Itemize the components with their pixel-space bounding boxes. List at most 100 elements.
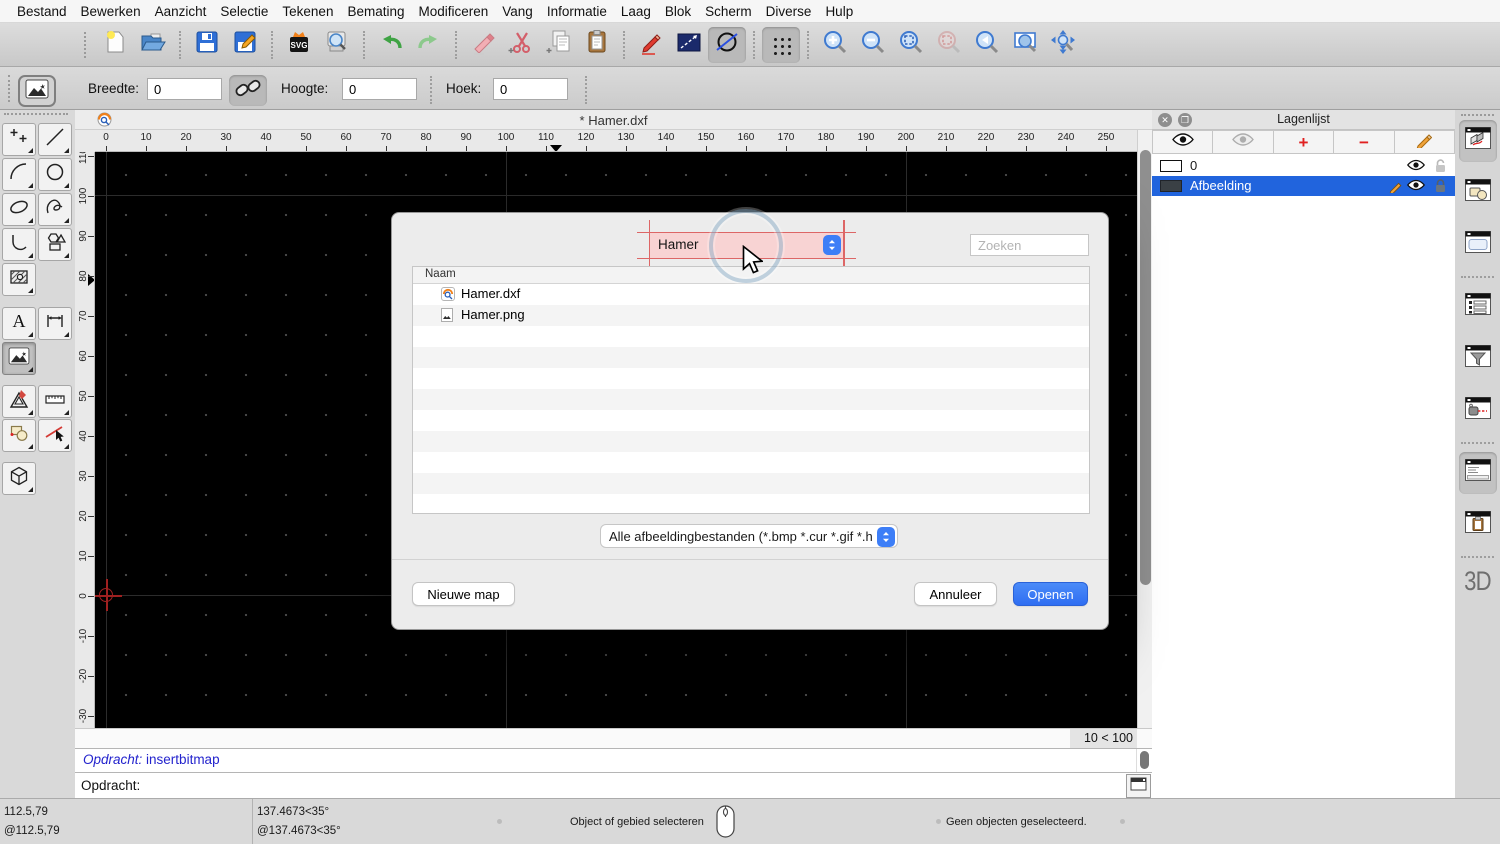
layer-color-swatch[interactable] <box>1160 160 1182 172</box>
menu-item[interactable]: Scherm <box>698 4 759 19</box>
menu-item[interactable]: Vang <box>495 4 540 19</box>
save-button[interactable] <box>188 27 226 63</box>
edit-pencil-button[interactable] <box>632 27 670 63</box>
file-row-dxf[interactable]: Hamer.dxf <box>413 284 1089 305</box>
selection-display-button[interactable] <box>670 27 708 63</box>
toolbar-drag-handle[interactable] <box>8 75 10 102</box>
file-row-png[interactable]: Hamer.png <box>413 305 1089 326</box>
clipboard-panel-button[interactable] <box>1459 504 1497 546</box>
show-all-layers-button[interactable] <box>1152 130 1213 154</box>
undo-button[interactable] <box>372 27 410 63</box>
scrollbar-thumb[interactable] <box>1140 150 1151 585</box>
zoom-auto-button[interactable] <box>892 27 930 63</box>
paste-button[interactable] <box>578 27 616 63</box>
arc-tool-button[interactable] <box>2 158 36 191</box>
image-tool-button[interactable] <box>18 75 56 107</box>
point-tool-button[interactable] <box>2 123 36 156</box>
cancel-button[interactable]: Annuleer <box>914 582 997 606</box>
print-preview-button[interactable] <box>318 27 356 63</box>
menu-item[interactable]: Informatie <box>540 4 614 19</box>
dimension-tool-button[interactable] <box>38 307 72 340</box>
layer-locked-icon[interactable] <box>1434 179 1447 196</box>
zoom-out-button[interactable] <box>854 27 892 63</box>
cut-button[interactable] <box>502 27 540 63</box>
toolbar-drag-handle[interactable] <box>84 32 88 58</box>
open-button[interactable]: Openen <box>1013 582 1088 606</box>
menu-item[interactable]: Blok <box>658 4 698 19</box>
layer-row-afbeelding[interactable]: Afbeelding <box>1152 176 1455 196</box>
select-tool-button[interactable] <box>38 419 72 452</box>
grid-toggle-button[interactable] <box>762 27 800 63</box>
delete-button[interactable] <box>464 27 502 63</box>
polyline-tool-button[interactable] <box>2 228 36 261</box>
hide-all-layers-button[interactable] <box>1213 130 1273 154</box>
menu-item[interactable]: Bestand <box>10 4 74 19</box>
draft-mode-button[interactable] <box>708 27 746 63</box>
remove-layer-button[interactable]: − <box>1334 130 1394 154</box>
edit-layer-button[interactable] <box>1395 130 1455 154</box>
text-tool-button[interactable]: A <box>2 307 36 340</box>
new-folder-button[interactable]: Nieuwe map <box>412 582 515 606</box>
library-browser-panel-button[interactable] <box>1459 224 1497 266</box>
image-tool-palette-button[interactable] <box>2 342 36 375</box>
palette-drag-handle[interactable] <box>4 113 68 115</box>
redo-button[interactable] <box>410 27 448 63</box>
3d-box-tool-button[interactable] <box>2 462 36 495</box>
open-file-button[interactable] <box>134 27 172 63</box>
angle-input[interactable] <box>493 78 568 100</box>
menu-item[interactable]: Bemating <box>340 4 411 19</box>
modify-tool-button[interactable] <box>2 419 36 452</box>
pen-toolbar-panel-button[interactable] <box>1459 390 1497 432</box>
hatch-tool-button[interactable] <box>2 263 36 296</box>
search-input[interactable] <box>970 234 1089 256</box>
menu-item[interactable]: Diverse <box>759 4 819 19</box>
history-scrollbar[interactable] <box>1136 749 1152 773</box>
layer-unlocked-icon[interactable] <box>1434 159 1447 176</box>
drafting-tools-button[interactable] <box>2 385 36 418</box>
chevron-up-down-icon[interactable] <box>877 527 895 547</box>
block-list-panel-button[interactable] <box>1459 172 1497 214</box>
vertical-scrollbar[interactable] <box>1137 130 1152 728</box>
menu-item[interactable]: Bewerken <box>74 4 148 19</box>
3d-panel-button[interactable]: 3D <box>1459 566 1496 597</box>
menu-item[interactable]: Modificeren <box>412 4 496 19</box>
ellipse-tool-button[interactable] <box>2 193 36 226</box>
chevron-up-down-icon[interactable] <box>823 235 841 255</box>
ruler-tool-button[interactable] <box>38 385 72 418</box>
line-tool-button[interactable] <box>38 123 72 156</box>
height-input[interactable] <box>342 78 417 100</box>
menu-item[interactable]: Laag <box>614 4 658 19</box>
width-input[interactable] <box>147 78 222 100</box>
selection-filter-panel-button[interactable] <box>1459 338 1497 380</box>
command-line-panel-button[interactable] <box>1459 452 1497 494</box>
menu-item[interactable]: Aanzicht <box>148 4 214 19</box>
layer-edit-pencil-icon[interactable] <box>1389 179 1403 196</box>
zoom-pan-button[interactable] <box>1044 27 1082 63</box>
link-dimensions-button[interactable] <box>229 75 267 106</box>
shapes-tool-button[interactable] <box>38 228 72 261</box>
menu-item[interactable]: Tekenen <box>275 4 340 19</box>
circle-tool-button[interactable] <box>38 158 72 191</box>
save-as-button[interactable] <box>226 27 264 63</box>
command-input[interactable] <box>147 775 1122 796</box>
layer-name[interactable]: 0 <box>1190 158 1197 173</box>
menu-item[interactable]: Hulp <box>818 4 860 19</box>
layer-name[interactable]: Afbeelding <box>1190 178 1251 193</box>
layer-list-panel-button[interactable] <box>1459 120 1497 162</box>
zoom-selection-button[interactable] <box>930 27 968 63</box>
layer-visible-eye-icon[interactable] <box>1407 179 1425 194</box>
zoom-window-button[interactable] <box>1006 27 1044 63</box>
svg-export-button[interactable]: SVG <box>280 27 318 63</box>
menu-item[interactable]: Selectie <box>213 4 275 19</box>
zoom-in-button[interactable] <box>816 27 854 63</box>
layer-color-swatch[interactable] <box>1160 180 1182 192</box>
layer-row-0[interactable]: 0 <box>1152 156 1455 176</box>
strip-drag-handle[interactable] <box>1461 114 1494 116</box>
property-editor-panel-button[interactable] <box>1459 286 1497 328</box>
copy-button[interactable] <box>540 27 578 63</box>
layer-visible-eye-icon[interactable] <box>1407 159 1425 174</box>
new-file-button[interactable] <box>96 27 134 63</box>
zoom-previous-button[interactable] <box>968 27 1006 63</box>
scrollbar-thumb[interactable] <box>1140 751 1149 769</box>
toggle-history-button[interactable] <box>1126 774 1151 798</box>
